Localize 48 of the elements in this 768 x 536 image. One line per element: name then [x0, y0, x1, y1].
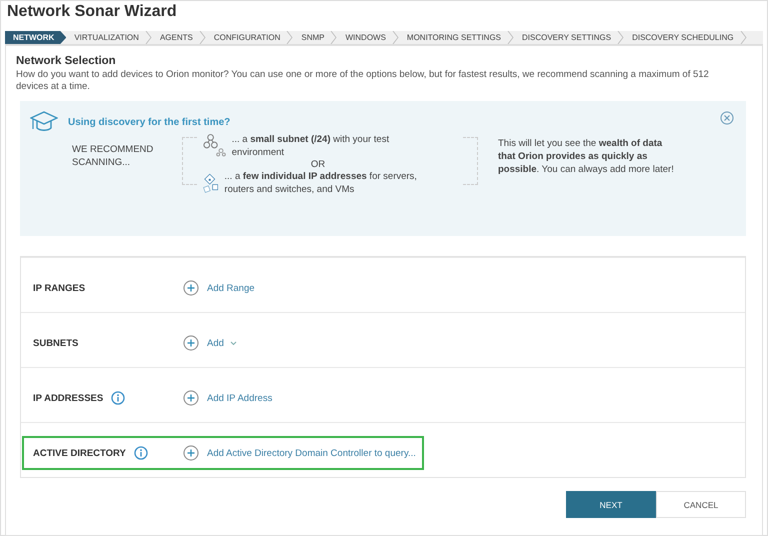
- wizard-tab[interactable]: NETWORK: [5, 31, 66, 44]
- option-text: ... a small subnet (/24) with your test environment: [232, 133, 390, 159]
- chevron-icon: [740, 31, 747, 44]
- chevron-icon: [507, 31, 514, 44]
- cancel-button[interactable]: CANCEL: [656, 491, 746, 518]
- wizard-tab[interactable]: VIRTUALIZATION: [66, 31, 145, 44]
- chevron-icon: [144, 31, 152, 44]
- window-title: Network Sonar Wizard: [6, 2, 178, 22]
- wizard-tab[interactable]: CONFIGURATION: [206, 31, 286, 44]
- close-icon: [720, 111, 734, 125]
- chevron-icon: [330, 31, 338, 44]
- bracket-line: [182, 137, 197, 185]
- wizard-tab[interactable]: DISCOVERY SCHEDULING: [624, 31, 740, 44]
- chevron-icon: [392, 31, 399, 44]
- recommend-label: WE RECOMMEND SCANNING...: [72, 143, 154, 169]
- bracket-line: [463, 137, 478, 185]
- chevron-icon: [198, 31, 206, 44]
- add-icon[interactable]: [183, 390, 199, 406]
- add-icon[interactable]: [183, 445, 199, 461]
- next-button[interactable]: NEXT: [566, 491, 656, 518]
- info-icon[interactable]: [134, 446, 148, 460]
- add-link[interactable]: Add: [207, 338, 224, 348]
- wizard-tab[interactable]: WINDOWS: [337, 31, 392, 44]
- wizard-tab[interactable]: MONITORING SETTINGS: [398, 31, 507, 44]
- add-link[interactable]: Add Active Directory Domain Controller to query...: [207, 448, 416, 458]
- banner-title: Using discovery for the first time?: [68, 116, 230, 128]
- close-button[interactable]: [720, 111, 734, 125]
- section-label: SUBNETS: [33, 338, 78, 348]
- section-label: ACTIVE DIRECTORY: [33, 448, 126, 458]
- section-heading: Network Selection: [16, 55, 117, 67]
- option-text: ... a few individual IP addresses for servers, routers and switches, and VMs: [224, 170, 418, 196]
- banner-note: This will let you see the wealth of data that Orion provides as quickly as possible. You can always add more later!: [498, 137, 675, 176]
- wizard-tab[interactable]: SNMP: [293, 31, 330, 44]
- add-icon[interactable]: [183, 335, 199, 351]
- description-text: How do you want to add devices to Orion monitor? You can use one or more of the options below, but for fastest results, we recommend scanning a maximum of 512 devices at a time.: [16, 69, 710, 93]
- or-label: OR: [310, 159, 326, 170]
- add-link[interactable]: Add IP Address: [207, 392, 272, 404]
- add-icon[interactable]: [183, 280, 199, 296]
- chevron-icon: [617, 31, 624, 44]
- info-icon[interactable]: [111, 391, 126, 405]
- caret-icon[interactable]: [230, 340, 237, 346]
- section-label: IP ADDRESSES: [33, 392, 104, 404]
- section-label: IP RANGES: [33, 282, 86, 294]
- wizard-tab[interactable]: AGENTS: [152, 31, 199, 44]
- chevron-icon: [286, 31, 294, 44]
- wizard-tab[interactable]: DISCOVERY SETTINGS: [514, 31, 618, 44]
- network-nodes-icon: [203, 133, 226, 157]
- add-link[interactable]: Add Range: [207, 282, 255, 294]
